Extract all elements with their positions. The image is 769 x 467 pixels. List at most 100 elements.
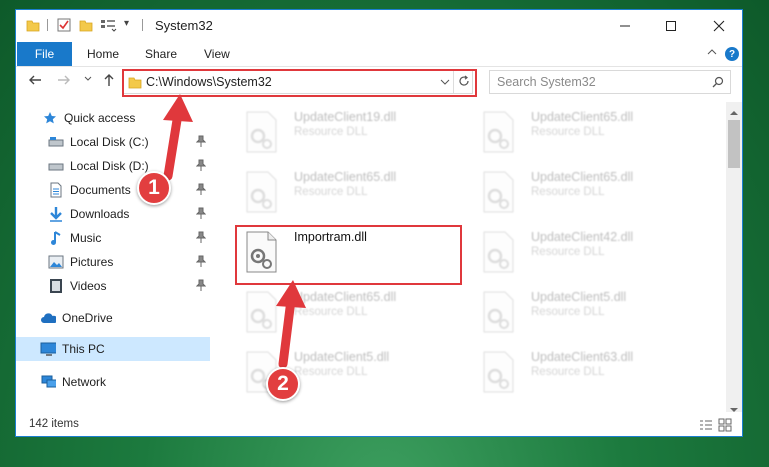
chevron-down-icon xyxy=(84,76,92,81)
file-type: Resource DLL xyxy=(294,126,368,138)
expand-ribbon-icon[interactable] xyxy=(706,46,718,61)
close-button[interactable] xyxy=(696,10,742,41)
sidebar-item-this-pc[interactable]: This PC xyxy=(16,337,210,361)
music-icon xyxy=(48,230,64,246)
separator xyxy=(142,19,143,31)
minimize-icon xyxy=(620,25,630,26)
file-item-importram[interactable]: Importram.dll xyxy=(236,228,466,280)
sidebar-item-pictures[interactable]: Pictures xyxy=(48,250,210,274)
vertical-scrollbar[interactable] xyxy=(726,102,742,412)
details-view-icon[interactable] xyxy=(699,419,713,434)
sidebar-item-label: Music xyxy=(70,231,102,245)
address-path[interactable]: C:\Windows\System32 xyxy=(146,75,272,89)
customize-toolbar-icon[interactable]: ▾ xyxy=(124,18,138,32)
help-icon[interactable]: ? xyxy=(725,47,739,61)
properties-icon[interactable] xyxy=(57,18,71,32)
file-type: Resource DLL xyxy=(531,186,605,198)
sidebar-item-documents[interactable]: Documents xyxy=(48,178,210,202)
dll-file-icon xyxy=(481,171,515,213)
separator xyxy=(47,19,48,31)
search-icon[interactable] xyxy=(712,76,724,91)
navigation-bar: C:\Windows\System32 Search System32 xyxy=(16,67,742,99)
separator xyxy=(453,71,454,93)
tab-file[interactable]: File xyxy=(17,42,72,66)
sidebar-item-local-disk-d[interactable]: Local Disk (D:) xyxy=(48,154,210,178)
ribbon: File Home Share View ? xyxy=(16,42,742,67)
tab-share[interactable]: Share xyxy=(145,47,177,61)
tab-home[interactable]: Home xyxy=(87,47,119,61)
file-name: UpdateClient5.dll xyxy=(294,350,390,364)
sidebar-item-quick-access[interactable]: Quick access xyxy=(42,106,210,130)
file-name: UpdateClient19.dll xyxy=(294,110,397,124)
scroll-up-icon[interactable] xyxy=(730,105,738,119)
up-button[interactable] xyxy=(102,73,116,91)
dll-file-icon xyxy=(244,231,278,273)
sidebar-item-videos[interactable]: Videos xyxy=(48,274,210,298)
new-folder-icon[interactable] xyxy=(79,18,93,32)
file-explorer-window: ▾ System32 File Home Share View ? C:\Win… xyxy=(15,9,743,437)
file-item[interactable]: UpdateClient65.dll Resource DLL xyxy=(473,108,703,160)
up-arrow-icon xyxy=(104,74,114,86)
dll-file-icon xyxy=(481,351,515,393)
dll-file-icon xyxy=(481,291,515,333)
file-item[interactable]: UpdateClient63.dll Resource DLL xyxy=(473,348,703,400)
file-type: Resource DLL xyxy=(531,306,605,318)
dll-file-icon xyxy=(244,111,278,153)
file-item[interactable]: UpdateClient65.dll Resource DLL xyxy=(236,168,466,220)
close-icon xyxy=(713,20,725,31)
refresh-icon[interactable] xyxy=(458,75,470,92)
sidebar-item-label: Pictures xyxy=(70,255,114,269)
sidebar-item-label: Downloads xyxy=(70,207,130,221)
downloads-icon xyxy=(48,206,64,222)
back-arrow-icon xyxy=(29,75,41,85)
pin-icon xyxy=(195,255,207,267)
sidebar-item-onedrive[interactable]: OneDrive xyxy=(40,306,210,330)
window-title: System32 xyxy=(155,18,213,33)
forward-button[interactable] xyxy=(57,73,71,91)
drive-icon xyxy=(48,158,64,174)
file-name: Importram.dll xyxy=(294,230,367,244)
sidebar-item-local-disk-c[interactable]: Local Disk (C:) xyxy=(48,130,210,154)
star-icon xyxy=(42,110,58,126)
file-type: Resource DLL xyxy=(531,246,605,258)
scrollbar-thumb[interactable] xyxy=(728,120,740,168)
address-bar[interactable]: C:\Windows\System32 xyxy=(123,70,473,94)
search-placeholder: Search System32 xyxy=(497,75,596,89)
file-item[interactable]: UpdateClient42.dll Resource DLL xyxy=(473,228,703,280)
dll-file-icon xyxy=(481,111,515,153)
file-item[interactable]: UpdateClient19.dll Resource DLL xyxy=(236,108,466,160)
file-name: UpdateClient42.dll xyxy=(531,230,634,244)
sidebar-item-music[interactable]: Music xyxy=(48,226,210,250)
address-dropdown-icon[interactable] xyxy=(440,76,450,90)
dll-file-icon xyxy=(244,291,278,333)
maximize-button[interactable] xyxy=(648,10,694,41)
file-name: UpdateClient65.dll xyxy=(531,170,634,184)
view-options-icon[interactable] xyxy=(100,18,118,32)
sidebar-item-label: Videos xyxy=(70,279,107,293)
title-bar: ▾ System32 xyxy=(16,10,742,42)
tab-view[interactable]: View xyxy=(204,47,230,61)
status-bar: 142 items xyxy=(16,413,742,437)
pc-icon xyxy=(40,341,56,357)
file-type: Resource DLL xyxy=(294,306,368,318)
minimize-button[interactable] xyxy=(602,10,648,41)
back-button[interactable] xyxy=(28,73,42,91)
recent-locations-button[interactable] xyxy=(83,74,93,86)
file-item[interactable]: UpdateClient65.dll Resource DLL xyxy=(236,288,466,340)
videos-icon xyxy=(48,278,64,294)
sidebar-item-network[interactable]: Network xyxy=(40,370,210,394)
sidebar-item-downloads[interactable]: Downloads xyxy=(48,202,210,226)
search-box[interactable]: Search System32 xyxy=(489,70,731,94)
forward-arrow-icon xyxy=(58,75,70,85)
sidebar-item-label: This PC xyxy=(62,342,105,356)
file-item[interactable]: UpdateClient5.dll Resource DLL xyxy=(473,288,703,340)
pictures-icon xyxy=(48,254,64,270)
file-type: Resource DLL xyxy=(531,126,605,138)
file-item[interactable]: UpdateClient65.dll Resource DLL xyxy=(473,168,703,220)
drive-icon xyxy=(48,134,64,150)
network-icon xyxy=(40,374,56,390)
file-type: Resource DLL xyxy=(294,366,368,378)
large-icons-view-icon[interactable] xyxy=(718,418,732,435)
sidebar-item-label: Local Disk (C:) xyxy=(70,135,149,149)
navigation-pane: Quick access Local Disk (C:) Local Disk … xyxy=(16,106,212,412)
